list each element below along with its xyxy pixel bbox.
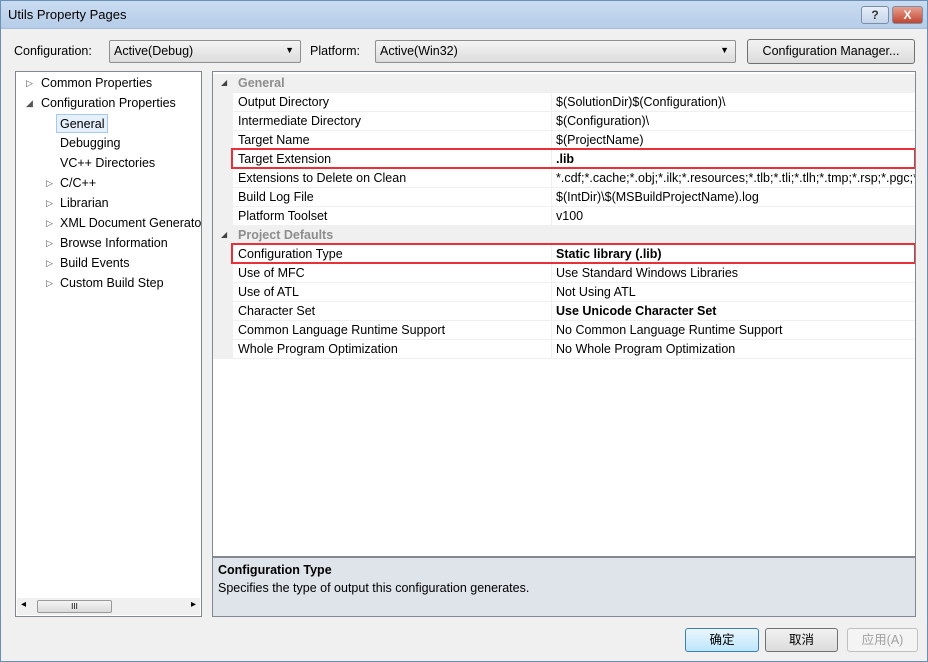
title-bar: Utils Property Pages ? X	[1, 1, 927, 29]
category-general[interactable]: ◢ General	[213, 74, 915, 93]
property-value[interactable]: Use Standard Windows Libraries	[556, 264, 915, 282]
tree-item-general[interactable]: General	[56, 114, 109, 133]
property-value[interactable]: No Whole Program Optimization	[556, 340, 915, 358]
property-name: Intermediate Directory	[238, 114, 361, 128]
property-row[interactable]: Output Directory $(SolutionDir)$(Configur…	[213, 93, 915, 112]
expand-arrow-icon[interactable]: ▷	[46, 234, 53, 252]
property-value[interactable]: No Common Language Runtime Support	[556, 321, 915, 339]
category-title: General	[238, 76, 285, 90]
expand-arrow-icon[interactable]: ▷	[26, 74, 33, 92]
chevron-down-icon: ▼	[285, 45, 294, 55]
tree-item-xml-document-generator[interactable]: ▷ XML Document Generator	[16, 214, 202, 233]
property-value[interactable]: $(SolutionDir)$(Configuration)\	[556, 93, 915, 111]
expand-arrow-icon[interactable]: ▷	[46, 194, 53, 212]
highlight-box	[231, 243, 915, 264]
collapse-arrow-icon[interactable]: ◢	[221, 226, 227, 244]
property-row[interactable]: Platform Toolset v100	[213, 207, 915, 226]
property-name: Extensions to Delete on Clean	[238, 171, 407, 185]
expand-arrow-icon[interactable]: ▷	[46, 174, 53, 192]
property-name: Character Set	[238, 304, 316, 318]
configuration-label: Configuration:	[14, 44, 92, 58]
description-panel: Configuration Type Specifies the type of…	[212, 557, 916, 617]
platform-label: Platform:	[310, 44, 361, 58]
tree-item-label: XML Document Generator	[60, 216, 202, 230]
property-value[interactable]: Use Unicode Character Set	[556, 302, 915, 320]
scroll-right-icon[interactable]: ▸	[191, 599, 196, 610]
chevron-down-icon: ▼	[720, 45, 729, 55]
property-row[interactable]: Common Language Runtime Support No Common…	[213, 321, 915, 340]
tree-item-vc-directories[interactable]: VC++ Directories	[60, 154, 155, 173]
property-value[interactable]: $(IntDir)\$(MSBuildProjectName).log	[556, 188, 915, 206]
property-value[interactable]: v100	[556, 207, 915, 225]
highlight-box	[231, 148, 915, 169]
window-title: Utils Property Pages	[8, 7, 127, 22]
ok-button[interactable]: 确定	[685, 628, 759, 652]
property-row[interactable]: Whole Program Optimization No Whole Progr…	[213, 340, 915, 359]
collapse-arrow-icon[interactable]: ◢	[221, 74, 227, 92]
collapse-arrow-icon[interactable]: ◢	[26, 94, 33, 112]
property-name: Use of ATL	[238, 285, 299, 299]
platform-select[interactable]: Active(Win32) ▼	[375, 40, 736, 63]
property-row[interactable]: Intermediate Directory $(Configuration)\	[213, 112, 915, 131]
property-name: Output Directory	[238, 95, 330, 109]
property-row[interactable]: Build Log File $(IntDir)\$(MSBuildProject…	[213, 188, 915, 207]
tree-item-custom-build-step[interactable]: ▷ Custom Build Step	[16, 274, 201, 293]
tree-item-label: Common Properties	[41, 76, 153, 90]
property-name: Target Name	[238, 133, 310, 147]
property-value[interactable]: Not Using ATL	[556, 283, 915, 301]
property-value[interactable]: *.cdf;*.cache;*.obj;*.ilk;*.resources;*.…	[556, 169, 915, 187]
expand-arrow-icon[interactable]: ▷	[46, 254, 53, 272]
tree-item-label: Browse Information	[60, 236, 168, 250]
close-button[interactable]: X	[892, 6, 923, 24]
tree-item-label: Custom Build Step	[60, 276, 164, 290]
configuration-value: Active(Debug)	[114, 44, 194, 58]
tree-item-browse-information[interactable]: ▷ Browse Information	[16, 234, 201, 253]
tree-item-label: Librarian	[60, 196, 109, 210]
tree-item-cpp[interactable]: ▷ C/C++	[16, 174, 201, 193]
tree-item-label: Build Events	[60, 256, 130, 270]
platform-value: Active(Win32)	[380, 44, 458, 58]
property-name: Use of MFC	[238, 266, 305, 280]
property-grid: ◢ General Output Directory $(SolutionDir)$(…	[212, 71, 916, 557]
scrollbar-thumb[interactable]: III	[37, 600, 112, 613]
tree-item-debugging[interactable]: Debugging	[60, 134, 120, 153]
property-pages-dialog: Utils Property Pages ? X Configuration: …	[0, 0, 928, 662]
expand-arrow-icon[interactable]: ▷	[46, 214, 53, 232]
scroll-left-icon[interactable]: ◂	[21, 599, 26, 610]
expand-arrow-icon[interactable]: ▷	[46, 274, 53, 292]
tree-item-build-events[interactable]: ▷ Build Events	[16, 254, 201, 273]
property-row[interactable]: Use of MFC Use Standard Windows Libraries	[213, 264, 915, 283]
configuration-select[interactable]: Active(Debug) ▼	[109, 40, 301, 63]
property-row[interactable]: Character Set Use Unicode Character Set	[213, 302, 915, 321]
tree-item-librarian[interactable]: ▷ Librarian	[16, 194, 201, 213]
horizontal-scrollbar[interactable]: ◂ III ▸	[17, 598, 200, 615]
property-name: Build Log File	[238, 190, 314, 204]
category-title: Project Defaults	[238, 228, 334, 242]
category-tree: ▷ Common Properties ◢ Configuration Proper…	[15, 71, 202, 617]
apply-button[interactable]: 应用(A)	[847, 628, 918, 652]
help-button[interactable]: ?	[861, 6, 889, 24]
tree-item-label: Configuration Properties	[41, 96, 176, 110]
description-title: Configuration Type	[218, 563, 332, 577]
property-row[interactable]: Use of ATL Not Using ATL	[213, 283, 915, 302]
configuration-manager-button[interactable]: Configuration Manager...	[747, 39, 915, 64]
property-row[interactable]: Extensions to Delete on Clean *.cdf;*.cac…	[213, 169, 915, 188]
tree-item-label: C/C++	[60, 176, 97, 190]
description-text: Specifies the type of output this config…	[218, 581, 530, 595]
property-value[interactable]: $(ProjectName)	[556, 131, 915, 149]
property-name: Platform Toolset	[238, 209, 328, 223]
property-name: Whole Program Optimization	[238, 342, 398, 356]
cancel-button[interactable]: 取消	[765, 628, 838, 652]
property-name: Common Language Runtime Support	[238, 323, 446, 337]
property-value[interactable]: $(Configuration)\	[556, 112, 915, 130]
